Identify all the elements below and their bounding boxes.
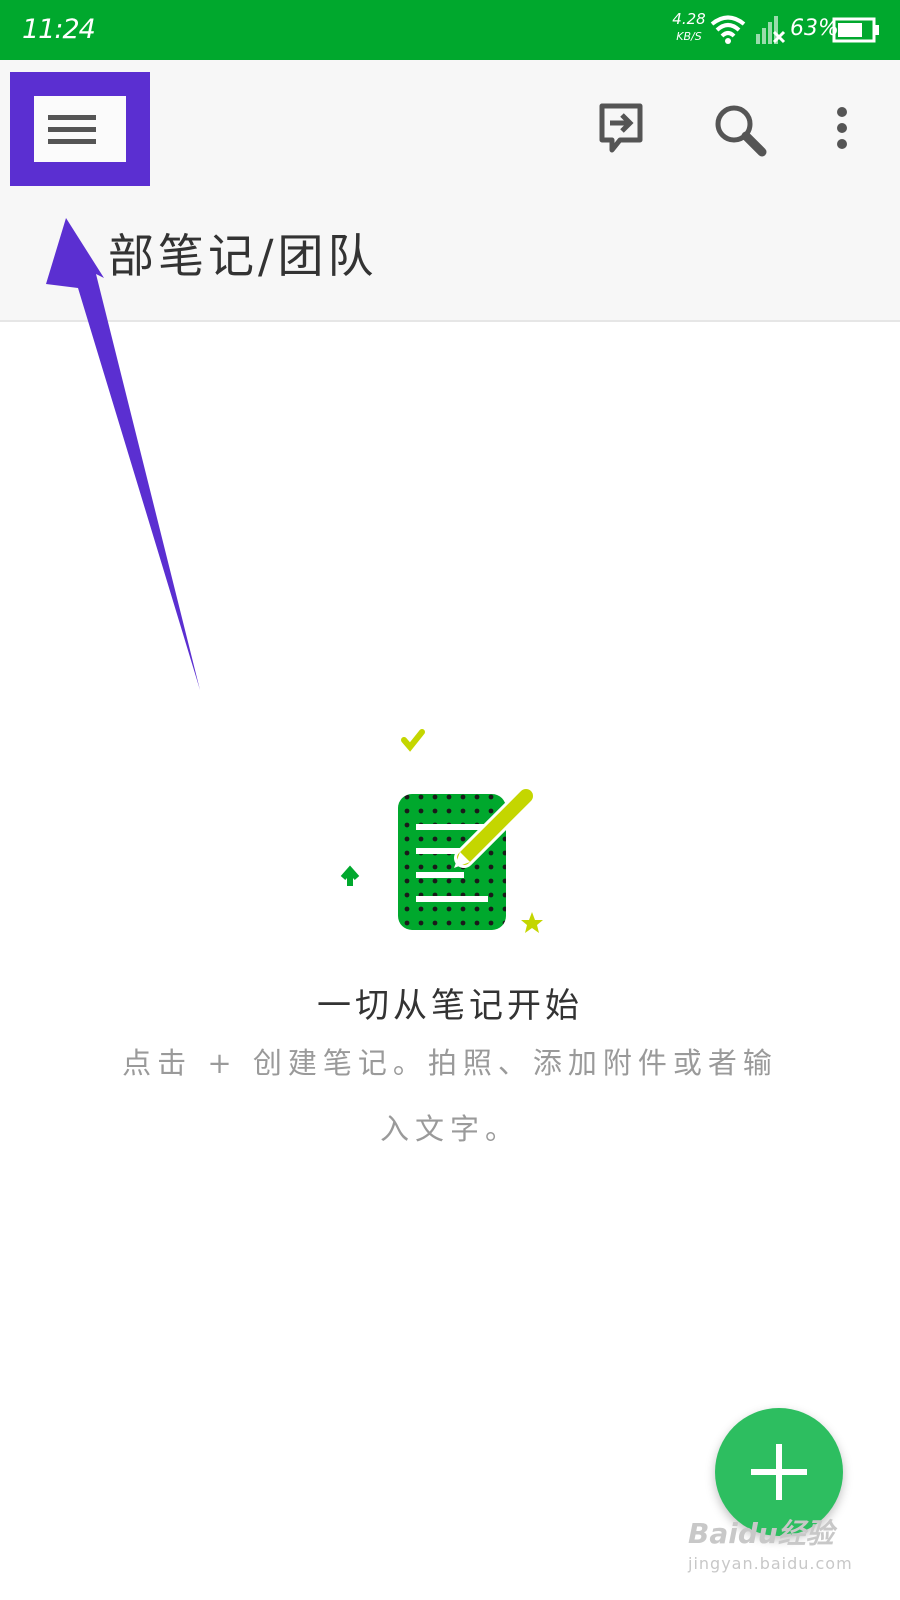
- watermark: Baidu经验 jingyan.baidu.com: [688, 1512, 888, 1573]
- search-icon[interactable]: [712, 102, 768, 158]
- wifi-icon: [710, 15, 746, 44]
- watermark-brand: Baidu经验: [688, 1517, 834, 1550]
- battery-icon: [832, 17, 879, 43]
- annotation-arrow: [46, 218, 200, 690]
- network-speed-unit: KB/S: [676, 30, 702, 43]
- more-vertical-icon[interactable]: [834, 106, 850, 150]
- signal-icon: [756, 16, 786, 44]
- status-bar: 11:24 4.28 KB/S 63%: [0, 0, 900, 60]
- hamburger-menu-icon[interactable]: [34, 96, 126, 162]
- menu-button[interactable]: [10, 72, 150, 186]
- status-time: 11:24: [22, 14, 96, 45]
- empty-state-title: 一切从笔记开始: [317, 986, 583, 1026]
- network-speed-value: 4.28: [672, 10, 706, 28]
- network-speed: 4.28 KB/S: [672, 10, 706, 46]
- switch-account-icon[interactable]: [598, 102, 644, 154]
- note-illustration-icon: [340, 729, 543, 933]
- empty-state-description: 点击 + 创建笔记。拍照、添加附件或者输入文字。: [122, 1046, 778, 1146]
- watermark-url: jingyan.baidu.com: [688, 1554, 853, 1573]
